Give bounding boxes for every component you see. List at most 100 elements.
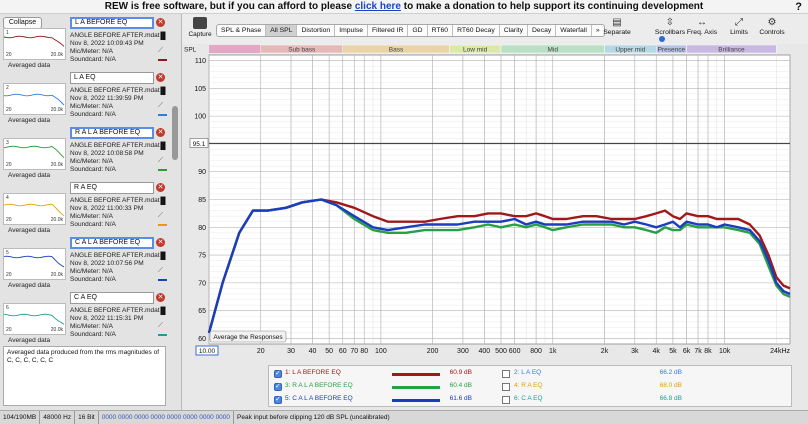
measurement-name-field[interactable]: L A EQ	[70, 72, 154, 84]
trace-color-swatch[interactable]	[158, 59, 167, 61]
edit-icon[interactable]: ⟋	[158, 267, 163, 275]
remove-measurement-icon[interactable]: ✕	[156, 183, 165, 192]
y-tick-label: 60	[198, 336, 206, 343]
measurement-thumbnail[interactable]: 5 20 20.0k	[3, 248, 66, 280]
thumbnail-axis-right: 20.0k	[50, 272, 63, 278]
measurement-name-field[interactable]: C A EQ	[70, 292, 154, 304]
bar-chart-icon[interactable]: ▐▌	[158, 308, 168, 316]
legend-checkbox[interactable]	[274, 382, 282, 391]
measurement-list-scrollbar[interactable]	[172, 106, 178, 160]
x-tick-label: 800	[530, 348, 542, 355]
edit-icon[interactable]: ⟋	[158, 157, 163, 165]
thumbnail-axis-right: 20.0k	[50, 162, 63, 168]
measurement-notes[interactable]: Averaged data produced from the rms magn…	[3, 346, 166, 406]
bar-chart-icon[interactable]: ▐▌	[158, 33, 168, 41]
legend-checkbox[interactable]	[502, 370, 510, 378]
sample-rate: 48000 Hz	[40, 411, 76, 424]
trace-color-swatch[interactable]	[158, 169, 167, 171]
measurement-thumbnail[interactable]: 6 20 20.0k	[3, 303, 66, 335]
capture-button[interactable]: Capture	[188, 16, 212, 42]
legend-line	[392, 386, 440, 389]
legend-checkbox[interactable]	[274, 369, 282, 378]
band-label: Mid	[548, 47, 559, 54]
remove-measurement-icon[interactable]: ✕	[156, 18, 165, 27]
measurement-card[interactable]: 4 20 20.0k R A EQ ✕ ANGLE BEFORE AFTER.mdat No…	[2, 182, 168, 237]
x-tick-label: 24kHz	[770, 348, 790, 355]
measurement-info-line: ANGLE BEFORE AFTER.mdat	[70, 197, 160, 204]
spl-chart[interactable]: Sub bass Bass Low mid Mid Upper mid Presence B…	[182, 44, 808, 362]
bar-chart-icon[interactable]: ▐▌	[158, 143, 168, 151]
tab-clarity[interactable]: Clarity	[500, 25, 528, 36]
tab-distortion[interactable]: Distortion	[297, 25, 336, 36]
measurement-name-field[interactable]: R A EQ	[70, 182, 154, 194]
measurement-name-field[interactable]: C A L A BEFORE EQ	[70, 237, 154, 249]
trace-color-swatch[interactable]	[158, 224, 167, 226]
measurement-thumbnail[interactable]: 4 20 20.0k	[3, 193, 66, 225]
measurement-avg-label: Averaged data	[8, 117, 51, 124]
remove-measurement-icon[interactable]: ✕	[156, 128, 165, 137]
bar-chart-icon[interactable]: ▐▌	[158, 88, 168, 96]
thumbnail-trace	[3, 93, 65, 106]
controls-button[interactable]: ⚙ Controls	[755, 17, 789, 36]
edit-icon[interactable]: ⟋	[158, 322, 163, 330]
thumbnail-axis-left: 20	[6, 162, 12, 168]
measurement-card[interactable]: 3 20 20.0k R A L A BEFORE EQ ✕ ANGLE BEFORE A…	[2, 127, 168, 182]
edit-icon[interactable]: ⟋	[158, 212, 163, 220]
legend-checkbox[interactable]	[502, 396, 510, 404]
tab-spl-phase[interactable]: SPL & Phase	[217, 25, 267, 36]
legend-label: 4: R A EQ	[514, 382, 543, 389]
remove-measurement-icon[interactable]: ✕	[156, 238, 165, 247]
tab-rt60[interactable]: RT60	[428, 25, 454, 36]
graph-tabs: SPL & Phase All SPL Distortion Impulse Filte…	[216, 24, 605, 37]
measurement-card[interactable]: 5 20 20.0k C A L A BEFORE EQ ✕ ANGLE BEFORE A…	[2, 237, 168, 292]
y-tick-label: 110	[195, 58, 206, 65]
tab-waterfall[interactable]: Waterfall	[556, 25, 592, 36]
help-icon[interactable]: ?	[795, 1, 802, 13]
scrollbars-toggle-indicator[interactable]	[659, 36, 665, 42]
trace-color-swatch[interactable]	[158, 334, 167, 336]
tab-rt60-decay[interactable]: RT60 Decay	[453, 25, 500, 36]
measurement-card[interactable]: 2 20 20.0k L A EQ ✕ ANGLE BEFORE AFTER.mdat No…	[2, 72, 168, 127]
tab-impulse[interactable]: Impulse	[335, 25, 369, 36]
band-label: Presence	[658, 47, 686, 54]
y-unit-label: SPL	[184, 47, 197, 54]
measurement-thumbnail[interactable]: 3 20 20.0k	[3, 138, 66, 170]
x-tick-label: 600	[509, 348, 521, 355]
thumbnail-axis-left: 20	[6, 52, 12, 58]
trace-color-swatch[interactable]	[158, 114, 167, 116]
measurement-info-line: ANGLE BEFORE AFTER.mdat	[70, 142, 160, 149]
measurement-thumbnail[interactable]: 1 20 20.0k	[3, 28, 66, 60]
measurement-name-field[interactable]: R A L A BEFORE EQ	[70, 127, 154, 139]
trace-color-swatch[interactable]	[158, 279, 167, 281]
tab-filtered-ir[interactable]: Filtered IR	[368, 25, 409, 36]
scrollbars-button[interactable]: ⇳ Scrollbars	[653, 17, 687, 36]
bar-chart-icon[interactable]: ▐▌	[158, 198, 168, 206]
legend-checkbox[interactable]	[502, 383, 510, 391]
donation-link[interactable]: click here	[355, 1, 401, 12]
y-tick-label: 75	[198, 253, 206, 260]
capture-label: Capture	[188, 31, 212, 38]
band-label: Low mid	[463, 47, 488, 54]
measurement-name-field[interactable]: L A BEFORE EQ	[70, 17, 154, 29]
remove-measurement-icon[interactable]: ✕	[156, 73, 165, 82]
graph-legend: 1: L A BEFORE EQ 60.9 dB 2: L A EQ 66.2 dB 3…	[268, 365, 792, 407]
tab-all-spl[interactable]: All SPL	[266, 25, 298, 36]
separate-button[interactable]: ▤ Separate	[600, 17, 634, 36]
thumbnail-trace	[3, 255, 65, 268]
edit-icon[interactable]: ⟋	[158, 47, 163, 55]
measurement-thumbnail[interactable]: 2 20 20.0k	[3, 83, 66, 115]
thumbnail-axis-right: 20.0k	[50, 107, 63, 113]
spl-graph[interactable]: Sub bass Bass Low mid Mid Upper mid Presence B…	[182, 44, 808, 362]
x-tick-label: 3k	[631, 348, 639, 355]
edit-icon[interactable]: ⟋	[158, 102, 163, 110]
legend-checkbox[interactable]	[274, 395, 282, 404]
measurement-card[interactable]: 6 20 20.0k C A EQ ✕ ANGLE BEFORE AFTER.mdat No…	[2, 292, 168, 347]
limits-button[interactable]: ⤢ Limits	[722, 17, 756, 36]
measurement-card[interactable]: 1 20 20.0k L A BEFORE EQ ✕ ANGLE BEFORE AFTER…	[2, 17, 168, 72]
remove-measurement-icon[interactable]: ✕	[156, 293, 165, 302]
freq-axis-button[interactable]: ↔ Freq. Axis	[685, 17, 719, 36]
tab-decay[interactable]: Decay	[528, 25, 557, 36]
measurement-avg-label: Averaged data	[8, 172, 51, 179]
bar-chart-icon[interactable]: ▐▌	[158, 253, 168, 261]
tab-gd[interactable]: GD	[408, 25, 428, 36]
